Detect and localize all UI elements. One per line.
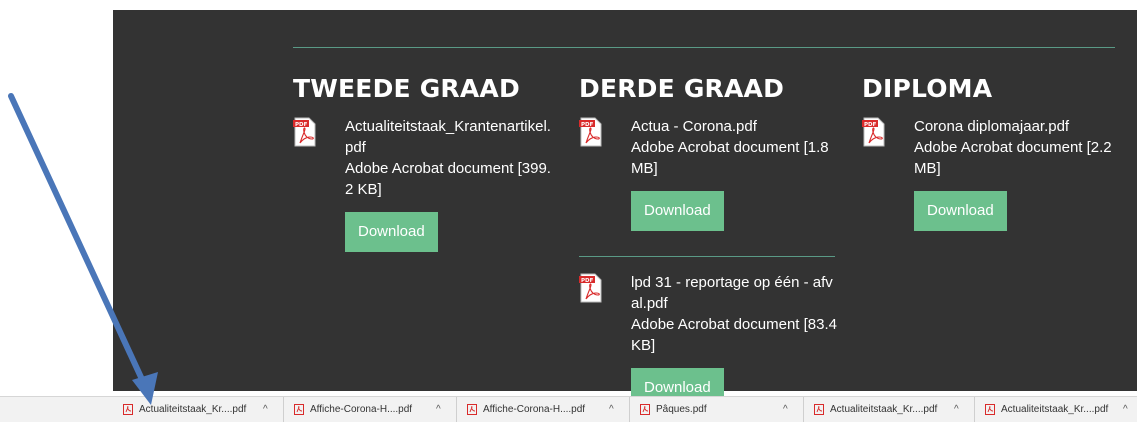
annotation-arrow-icon (8, 93, 158, 405)
